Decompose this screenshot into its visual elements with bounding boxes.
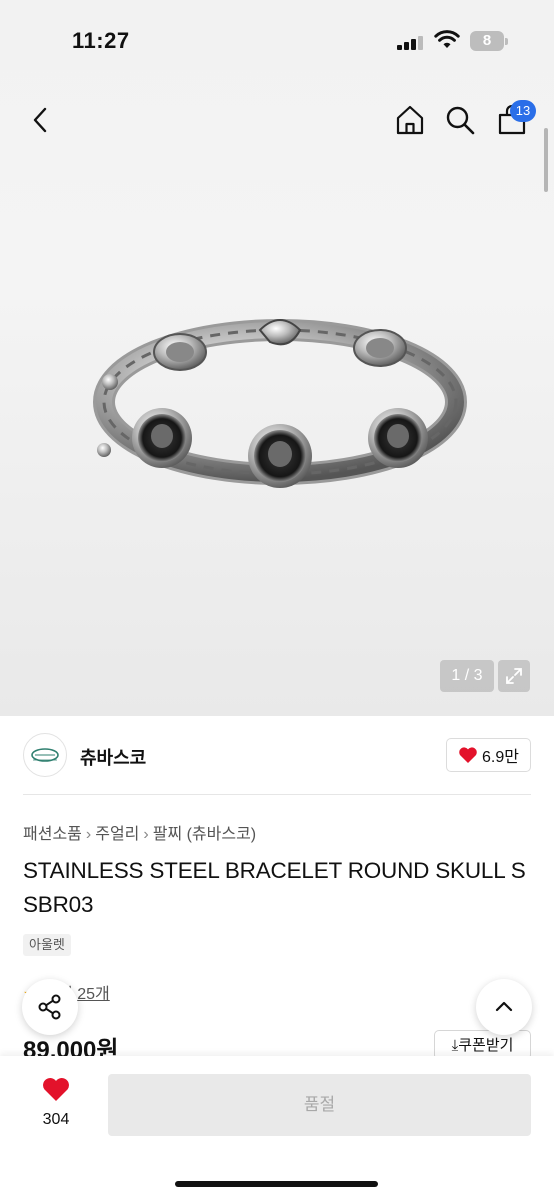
cart-count-badge: 13 bbox=[510, 100, 536, 122]
brand-like-button[interactable]: 6.9만 bbox=[446, 738, 531, 772]
pager-current: 1 bbox=[451, 667, 461, 684]
pager-total: 3 bbox=[473, 667, 483, 684]
status-bar: 11:27 8 bbox=[0, 0, 554, 84]
share-button[interactable] bbox=[22, 979, 78, 1035]
expand-button[interactable] bbox=[498, 660, 530, 692]
wifi-icon bbox=[434, 30, 460, 48]
wish-button[interactable]: 304 bbox=[28, 1076, 84, 1136]
product-title: STAINLESS STEEL BRACELET ROUND SKULL SSB… bbox=[23, 858, 526, 917]
brand-logo-image bbox=[31, 748, 59, 762]
brand-like-count: 6.9만 bbox=[482, 749, 519, 766]
breadcrumb-item[interactable]: 패션소품 bbox=[23, 826, 82, 843]
back-button[interactable] bbox=[20, 100, 60, 140]
home-indicator bbox=[175, 1181, 378, 1187]
product-photo bbox=[93, 319, 467, 488]
home-icon bbox=[396, 105, 424, 135]
battery-level: 8 bbox=[482, 32, 492, 49]
pager-separator: / bbox=[460, 667, 474, 684]
search-icon bbox=[446, 106, 475, 135]
brand-logo[interactable] bbox=[23, 733, 67, 777]
share-icon bbox=[38, 994, 61, 1020]
signal-icon bbox=[397, 34, 423, 50]
brand-name[interactable]: 츄바스코 bbox=[80, 744, 146, 770]
chevron-right-icon: › bbox=[85, 826, 92, 843]
product-image-gallery[interactable]: 11:27 8 13 1 / 3 bbox=[0, 0, 554, 716]
bottom-action-bar: 304 품절 bbox=[0, 1056, 554, 1200]
heart-icon bbox=[459, 747, 477, 763]
arrow-up-icon bbox=[495, 1001, 513, 1012]
divider bbox=[23, 794, 531, 795]
outlet-tag: 아울렛 bbox=[23, 934, 71, 956]
scroll-top-button[interactable] bbox=[476, 979, 532, 1035]
breadcrumb-item[interactable]: 주얼리 bbox=[95, 826, 139, 843]
top-nav bbox=[0, 96, 554, 144]
gallery-pager: 1 / 3 bbox=[440, 660, 494, 692]
scroll-indicator bbox=[544, 128, 548, 192]
soldout-button[interactable]: 품절 bbox=[108, 1074, 531, 1136]
status-time: 11:27 bbox=[72, 28, 130, 53]
home-button[interactable] bbox=[390, 100, 430, 140]
back-icon bbox=[33, 107, 47, 133]
wish-count: 304 bbox=[42, 1111, 70, 1128]
search-button[interactable] bbox=[440, 100, 480, 140]
chevron-right-icon: › bbox=[143, 826, 149, 843]
coupon-label: 쿠폰받기 bbox=[458, 1037, 514, 1054]
expand-icon bbox=[506, 668, 522, 684]
battery-icon: 8 bbox=[470, 31, 508, 51]
heart-icon bbox=[43, 1078, 69, 1101]
breadcrumb: 패션소품 › 주얼리 › 팔찌 (츄바스코) bbox=[23, 820, 256, 844]
breadcrumb-item[interactable]: 팔찌 (츄바스코) bbox=[153, 826, 256, 843]
seller-row[interactable]: 츄바스코 6.9만 bbox=[0, 716, 554, 794]
